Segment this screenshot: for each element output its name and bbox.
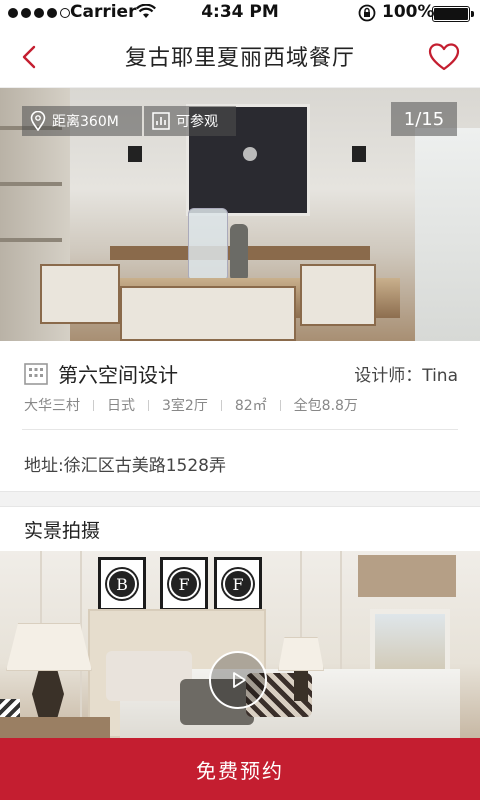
heart-outline-icon[interactable] [428,42,460,72]
chair [300,264,376,326]
back-chevron-icon[interactable] [16,42,44,72]
location-pin-icon [30,111,46,131]
letter-art: F [223,569,253,599]
shelf [0,182,62,186]
page-title: 复古耶里夏丽西域餐厅 [124,46,355,71]
spec-divider [220,399,222,411]
spec-divider [93,399,94,411]
designer-label[interactable]: 设计师：Tina [354,361,458,386]
spec-item: 全包8.8万 [293,398,358,414]
letter-art: F [169,569,199,599]
bottle [230,224,248,280]
company-name[interactable]: 第六空间设计 [58,359,178,388]
spec-item: 大华三村 [24,398,80,414]
status-bar: Carrier 4:34 PM 100% [0,0,480,26]
chair [120,286,296,341]
spec-item: 日式 [107,398,135,414]
section-separator [0,491,480,507]
letter-frame: F [160,557,208,611]
rotation-lock-icon [357,4,377,27]
letter-frame: F [214,557,262,611]
play-icon[interactable] [209,651,267,709]
image-counter: 1/15 [391,102,457,136]
lamp-shade [6,623,92,671]
divider [22,429,458,430]
address[interactable]: 地址:徐汇区古美路1528弄 [24,451,226,476]
wall-sconce [128,146,142,162]
visit-tag: 可参观 [144,106,236,136]
nav-bar: 复古耶里夏丽西域餐厅 [0,26,480,88]
nightstand [0,717,110,738]
spec-divider [279,399,281,411]
spec-item: 3室2厅 [162,398,208,414]
roman-shade [358,555,456,597]
building-icon [24,363,48,385]
letter-frame: B [98,557,146,611]
company-card: 第六空间设计 设计师：Tina 大华三村 日式 3室2厅 82㎡ 全包8.8万 … [0,341,480,491]
battery-percent: 100% [382,2,435,22]
spec-divider [148,399,149,411]
video-thumbnail[interactable]: B F F [0,551,480,738]
letter-art: B [107,569,137,599]
free-booking-button[interactable]: 免费预约 [0,738,480,800]
section-title: 实景拍摄 [24,520,101,542]
chair [40,264,120,324]
distance-label: 距离360M [52,114,119,130]
lamp-base [294,671,308,701]
lamp-base [32,671,64,717]
distance-tag: 距离360M [22,106,142,136]
doorway [415,128,480,341]
battery-icon [432,6,474,22]
shelf [0,238,62,242]
spec-list: 大华三村 日式 3室2厅 82㎡ 全包8.8万 [24,395,358,415]
chart-icon [152,112,170,130]
lamp-shade [278,637,324,671]
wall-sconce [352,146,366,162]
visit-label: 可参观 [176,114,218,130]
spec-item: 82㎡ [234,398,267,414]
glass-bottle [188,208,228,280]
